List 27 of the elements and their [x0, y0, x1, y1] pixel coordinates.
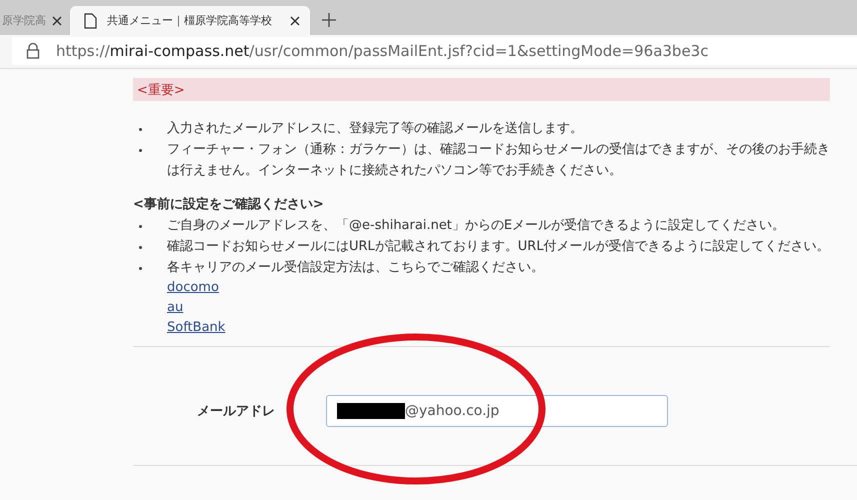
- close-icon[interactable]: [290, 16, 300, 26]
- browser-tab[interactable]: 共通メニュー｜橿原学院高等学校: [70, 6, 310, 35]
- address-bar[interactable]: https://mirai-compass.net/usr/common/passMailEnt.jsf?cid=1&settingMode=96a3be3c: [12, 37, 857, 65]
- bullet-icon: [139, 225, 142, 228]
- carrier-link[interactable]: docomo: [167, 278, 219, 298]
- page-icon: [84, 12, 97, 28]
- new-tab-icon[interactable]: [322, 13, 336, 27]
- bullet-icon: [139, 149, 142, 152]
- carrier-link[interactable]: au: [167, 298, 184, 318]
- url-text: https://mirai-compass.net/usr/common/passMailEnt.jsf?cid=1&settingMode=96a3be3c: [56, 42, 708, 60]
- list-text: 確認コードお知らせメールにはURLが記載されております。URL付メールが受信できるように設定してください。: [167, 239, 830, 254]
- list-text: フィーチャー・フォン（通称：ガラケー）は、確認コードお知らせメールの受信はできますが、その後のお手続きは行えません。インターネットに接続されたパソコン等でお手続きください。: [167, 142, 830, 178]
- tab-title: 原学院高: [2, 13, 46, 28]
- section-heading: <事前に設定をご確認ください>: [133, 196, 325, 214]
- lock-icon: [26, 43, 40, 59]
- field-label: メールアドレ: [197, 403, 276, 420]
- list-text: ご自身のメールアドレスを、「@e-shiharai.net」からのEメールが受信できるように設定してください。: [167, 218, 786, 233]
- tab-title: 共通メニュー｜橿原学院高等学校: [107, 13, 273, 28]
- bullet-icon: [139, 246, 142, 249]
- list-text: 入力されたメールアドレスに、登録完了等の確認メールを送信します。: [167, 121, 583, 136]
- bullet-icon: [139, 128, 142, 131]
- notice-banner: <重要>: [133, 78, 830, 101]
- list-text: 各キャリアのメール受信設定方法は、こちらでご確認ください。: [167, 260, 544, 275]
- close-icon[interactable]: [52, 16, 62, 26]
- email-field[interactable]: @yahoo.co.jp: [326, 395, 668, 427]
- carrier-link[interactable]: SoftBank: [167, 318, 226, 338]
- bullet-icon: [139, 267, 142, 270]
